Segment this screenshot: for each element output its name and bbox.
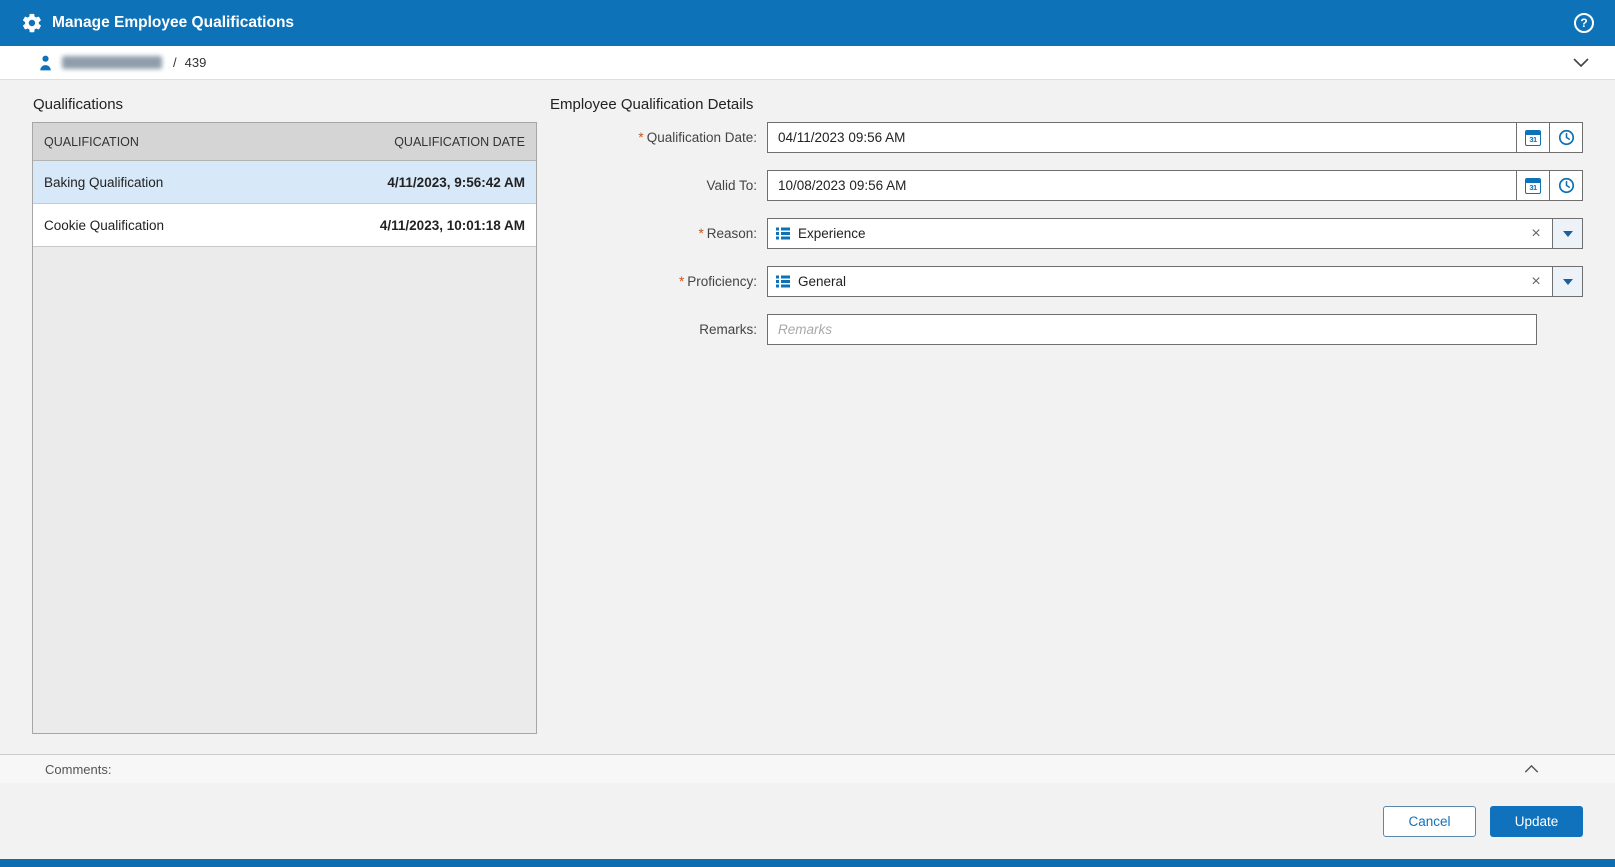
valid-to-calendar-button[interactable]: 31 [1516,170,1550,201]
qualification-date-calendar-button[interactable]: 31 [1516,122,1550,153]
reason-row: * Reason: Experience × [549,218,1583,249]
main-content: Qualifications QUALIFICATION QUALIFICATI… [0,80,1615,754]
qualification-name: Baking Qualification [44,174,164,190]
reason-combobox[interactable]: Experience × [767,218,1553,249]
qualification-date-time-button[interactable] [1549,122,1583,153]
employee-id: 439 [184,55,207,70]
reason-field: Experience × [767,218,1583,249]
employee-name-redacted [62,56,162,69]
list-icon [776,227,790,240]
cancel-button[interactable]: Cancel [1383,805,1476,837]
proficiency-row: * Proficiency: General × [549,266,1583,297]
collapse-employee-header-button[interactable] [1569,54,1593,71]
proficiency-combobox[interactable]: General × [767,266,1553,297]
proficiency-clear-button[interactable]: × [1520,267,1552,296]
qualifications-table: QUALIFICATION QUALIFICATION DATE Baking … [32,122,537,734]
chevron-down-icon [1573,58,1589,67]
employee-qualification-details-panel: Employee Qualification Details * Qualific… [549,80,1583,754]
expand-comments-button[interactable] [1520,761,1543,777]
required-marker: * [638,130,644,145]
valid-to-time-button[interactable] [1549,170,1583,201]
remarks-row: Remarks: [549,314,1583,345]
breadcrumb-separator: / [173,55,177,70]
title-bar: Manage Employee Qualifications ? [0,0,1615,46]
details-title: Employee Qualification Details [550,96,754,113]
qualification-date-row: *Qualification Date: 31 [549,122,1583,153]
reason-value: Experience [798,226,866,241]
table-row-cookie-qualification[interactable]: Cookie Qualification 4/11/2023, 10:01:18… [33,204,536,247]
comments-section: Comments: [0,754,1615,783]
remarks-field [767,314,1583,345]
chevron-up-icon [1524,765,1539,773]
table-row-baking-qualification[interactable]: Baking Qualification 4/11/2023, 9:56:42 … [33,161,536,204]
caret-down-icon [1562,278,1573,285]
remarks-input[interactable] [767,314,1537,345]
remarks-label: Remarks: [699,322,757,337]
manage-employee-qualifications-window: Manage Employee Qualifications ? / 439 Q… [0,0,1615,867]
footer-action-bar: Cancel Update [0,783,1615,859]
valid-to-row: Valid To: 31 [549,170,1583,201]
qualifications-table-header: QUALIFICATION QUALIFICATION DATE [33,123,536,161]
column-header-qualification-date[interactable]: QUALIFICATION DATE [394,135,525,149]
proficiency-label: * Proficiency: [678,274,757,289]
clear-icon: × [1531,224,1541,242]
clock-icon [1558,129,1575,146]
valid-to-field: 31 [767,170,1583,201]
proficiency-field: General × [767,266,1583,297]
proficiency-value: General [798,274,847,289]
qualification-date-input[interactable] [767,122,1517,153]
update-button[interactable]: Update [1490,805,1583,837]
help-button[interactable]: ? [1574,13,1594,33]
help-icon: ? [1580,16,1588,30]
caret-down-icon [1562,230,1573,237]
reason-clear-button[interactable]: × [1520,219,1552,248]
clear-icon: × [1531,272,1541,290]
proficiency-dropdown-button[interactable] [1552,266,1583,297]
person-icon [38,55,53,71]
clock-icon [1558,177,1575,194]
required-marker: * [698,226,704,241]
calendar-icon: 31 [1525,177,1541,194]
valid-to-label: Valid To: [706,178,757,193]
qualification-date: 4/11/2023, 10:01:18 AM [379,217,525,233]
gear-icon [21,12,43,34]
page-title: Manage Employee Qualifications [52,14,295,31]
qualification-date-label: * Qualification Date: [638,130,757,145]
list-icon [776,275,790,288]
reason-dropdown-button[interactable] [1552,218,1583,249]
comments-label: Comments: [45,761,112,777]
employee-header-bar: / 439 [0,46,1615,80]
qualifications-title: Qualifications [33,96,124,113]
bottom-accent-strip [0,859,1615,867]
valid-to-input[interactable] [767,170,1517,201]
required-marker: * [678,274,685,289]
qualification-date-field: 31 [767,122,1583,153]
qualification-name: Cookie Qualification [44,217,165,233]
qualification-date: 4/11/2023, 9:56:42 AM [387,174,525,190]
calendar-icon: 31 [1525,129,1541,146]
qualifications-panel: Qualifications QUALIFICATION QUALIFICATI… [32,80,537,754]
reason-label: * Reason: [698,226,757,241]
column-header-qualification[interactable]: QUALIFICATION [44,135,139,149]
